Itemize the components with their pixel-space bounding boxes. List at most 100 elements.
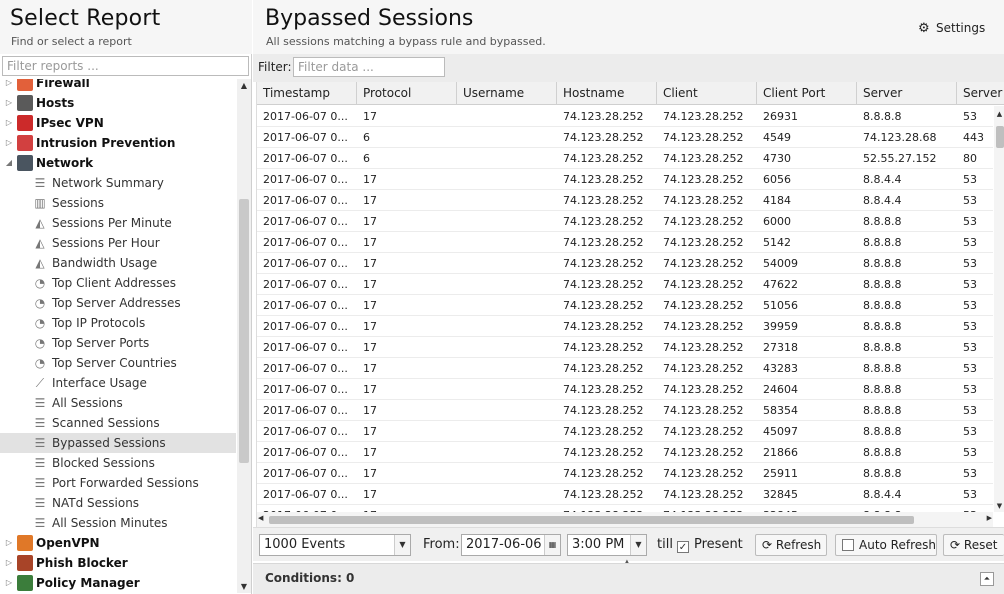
table-row[interactable]: 2017-06-07 0...1774.123.28.25274.123.28.… [257, 463, 993, 484]
settings-button[interactable]: ⚙ Settings [918, 18, 985, 38]
collapsed-triangle-icon[interactable]: ▷ [4, 79, 14, 93]
scrollbar-thumb[interactable] [269, 516, 914, 524]
table-row[interactable]: 2017-06-07 0... 6 74.123.28.252 74.123.28.2… [257, 148, 993, 169]
table-row[interactable]: 2017-06-07 0...1774.123.28.25274.123.28.… [257, 211, 993, 232]
tree-scrollbar[interactable]: ▲ ▼ [237, 79, 251, 593]
expand-conditions-icon[interactable]: ⏶ [980, 572, 994, 586]
tree-item-scanned-sessions[interactable]: ☰ Scanned Sessions [0, 413, 236, 433]
column-header-timestamp[interactable]: Timestamp [257, 82, 357, 105]
table-row[interactable]: 2017-06-07 0...1774.123.28.25274.123.28.… [257, 316, 993, 337]
table-cell [457, 316, 557, 337]
collapsed-triangle-icon[interactable]: ▷ [4, 113, 14, 133]
table-row[interactable]: 2017-06-07 0...1774.123.28.25274.123.28.… [257, 484, 993, 505]
collapsed-triangle-icon[interactable]: ▷ [4, 133, 14, 153]
tree-category-network[interactable]: ◢ Network [0, 153, 236, 173]
chevron-down-icon[interactable]: ▼ [394, 535, 410, 555]
column-header-hostname[interactable]: Hostname [557, 82, 657, 105]
from-time-select[interactable]: 3:00 PM ▼ [567, 534, 647, 556]
table-row[interactable]: 2017-06-07 0...1774.123.28.25274.123.28.… [257, 232, 993, 253]
table-row[interactable]: 2017-06-07 0...1774.123.28.25274.123.28.… [257, 379, 993, 400]
tree-item-all-session-minutes[interactable]: ☰ All Session Minutes [0, 513, 236, 533]
filter-data-input[interactable] [293, 57, 445, 77]
column-header-client[interactable]: Client [657, 82, 757, 105]
tree-item-sessions[interactable]: ▥ Sessions [0, 193, 236, 213]
present-checkbox[interactable]: ✓ Present [677, 534, 743, 556]
table-cell: 8.8.8.8 [863, 110, 902, 123]
table-row[interactable]: 2017-06-07 0...1774.123.28.25274.123.28.… [257, 169, 993, 190]
present-label: Present [694, 537, 743, 552]
report-filter-input[interactable] [2, 56, 249, 76]
scroll-up-icon[interactable]: ▲ [994, 110, 1004, 118]
column-header-server[interactable]: Server [857, 82, 957, 105]
sessions-grid: Timestamp Protocol Username Hostname Client C… [256, 82, 1004, 527]
tree-item-all-sessions[interactable]: ☰ All Sessions [0, 393, 236, 413]
table-row[interactable]: 2017-06-07 0...1774.123.28.25274.123.28.… [257, 337, 993, 358]
events-limit-select[interactable]: 1000 Events ▼ [259, 534, 411, 556]
table-cell: 8.8.4.4 [863, 173, 902, 186]
scroll-right-icon[interactable]: ▶ [987, 514, 992, 522]
tree-item-label: NATd Sessions [52, 496, 140, 510]
column-header-client-port[interactable]: Client Port [757, 82, 857, 105]
tree-item-bypassed-sessions[interactable]: ☰ Bypassed Sessions [0, 433, 236, 453]
tree-item-top-ip-protocols[interactable]: ◔ Top IP Protocols [0, 313, 236, 333]
tree-category-phish-blocker[interactable]: ▷ Phish Blocker [0, 553, 236, 573]
tree-category-intrusion-prevention[interactable]: ▷ Intrusion Prevention [0, 133, 236, 153]
collapsed-triangle-icon[interactable]: ▷ [4, 573, 14, 593]
tree-item-top-server-addresses[interactable]: ◔ Top Server Addresses [0, 293, 236, 313]
grid-vertical-scrollbar[interactable]: ▲ ▼ [994, 106, 1004, 512]
scrollbar-thumb[interactable] [239, 199, 249, 463]
table-row[interactable]: 2017-06-07 0...1774.123.28.25274.123.28.… [257, 358, 993, 379]
auto-refresh-button[interactable]: Auto Refresh [835, 534, 937, 556]
expanded-triangle-icon[interactable]: ◢ [4, 153, 14, 173]
tree-item-label: All Sessions [52, 396, 123, 410]
tree-item-top-client-addresses[interactable]: ◔ Top Client Addresses [0, 273, 236, 293]
tree-category-ipsec-vpn[interactable]: ▷ IPsec VPN [0, 113, 236, 133]
tree-category-openvpn[interactable]: ▷ OpenVPN [0, 533, 236, 553]
chevron-down-icon[interactable]: ▼ [630, 535, 646, 555]
scroll-down-icon[interactable]: ▼ [237, 582, 251, 591]
column-header-protocol[interactable]: Protocol [357, 82, 457, 105]
table-row[interactable]: 2017-06-07 0...1774.123.28.25274.123.28.… [257, 253, 993, 274]
table-row[interactable]: 2017-06-07 0...1774.123.28.25274.123.28.… [257, 274, 993, 295]
tree-item-sessions-per-minute[interactable]: ◭ Sessions Per Minute [0, 213, 236, 233]
scroll-down-icon[interactable]: ▼ [994, 502, 1004, 510]
tree-item-top-server-ports[interactable]: ◔ Top Server Ports [0, 333, 236, 353]
refresh-button[interactable]: ⟳ Refresh [755, 534, 827, 556]
tree-item-interface-usage[interactable]: ⟋ Interface Usage [0, 373, 236, 393]
scroll-left-icon[interactable]: ◀ [258, 514, 263, 522]
table-row[interactable]: 2017-06-07 0... 6 74.123.28.252 74.123.28.2… [257, 127, 993, 148]
table-row[interactable]: 2017-06-07 0...1774.123.28.25274.123.28.… [257, 505, 993, 512]
column-header-server[interactable]: Server [957, 82, 1004, 105]
table-row[interactable]: 2017-06-07 0...1774.123.28.25274.123.28.… [257, 295, 993, 316]
tree-item-network-summary[interactable]: ☰ Network Summary [0, 173, 236, 193]
tree-item-bandwidth-usage[interactable]: ◭ Bandwidth Usage [0, 253, 236, 273]
checkbox-checked-icon[interactable]: ✓ [677, 541, 689, 553]
grid-horizontal-scrollbar[interactable]: ◀ ▶ [257, 512, 993, 527]
table-row[interactable]: 2017-06-07 0...1774.123.28.25274.123.28.… [257, 190, 993, 211]
column-header-username[interactable]: Username [457, 82, 557, 105]
table-row[interactable]: 2017-06-07 0...1774.123.28.25274.123.28.… [257, 106, 993, 127]
collapsed-triangle-icon[interactable]: ▷ [4, 533, 14, 553]
tree-item-port-forwarded-sessions[interactable]: ☰ Port Forwarded Sessions [0, 473, 236, 493]
scroll-up-icon[interactable]: ▲ [237, 81, 251, 90]
tree-item-top-server-countries[interactable]: ◔ Top Server Countries [0, 353, 236, 373]
tree-item-blocked-sessions[interactable]: ☰ Blocked Sessions [0, 453, 236, 473]
table-cell: 39959 [763, 320, 798, 333]
table-row[interactable]: 2017-06-07 0...1774.123.28.25274.123.28.… [257, 400, 993, 421]
scrollbar-thumb[interactable] [996, 126, 1004, 148]
reset-button[interactable]: ⟳ Reset [943, 534, 1004, 556]
collapsed-triangle-icon[interactable]: ▷ [4, 93, 14, 113]
tree-category-policy-manager[interactable]: ▷ Policy Manager [0, 573, 236, 593]
tree-category-firewall[interactable]: ▷ Firewall [0, 79, 236, 93]
checkbox-icon[interactable] [842, 539, 854, 551]
tree-category-hosts[interactable]: ▷ Hosts [0, 93, 236, 113]
table-cell: 53 [963, 173, 977, 186]
from-date-field[interactable]: 2017-06-06 ▦ [461, 534, 561, 556]
table-row[interactable]: 2017-06-07 0...1774.123.28.25274.123.28.… [257, 442, 993, 463]
table-row[interactable]: 2017-06-07 0...1774.123.28.25274.123.28.… [257, 421, 993, 442]
tree-item-sessions-per-hour[interactable]: ◭ Sessions Per Hour [0, 233, 236, 253]
table-cell: 74.123.28.252 [663, 341, 744, 354]
tree-item-natd-sessions[interactable]: ☰ NATd Sessions [0, 493, 236, 513]
calendar-icon[interactable]: ▦ [544, 535, 560, 555]
collapsed-triangle-icon[interactable]: ▷ [4, 553, 14, 573]
